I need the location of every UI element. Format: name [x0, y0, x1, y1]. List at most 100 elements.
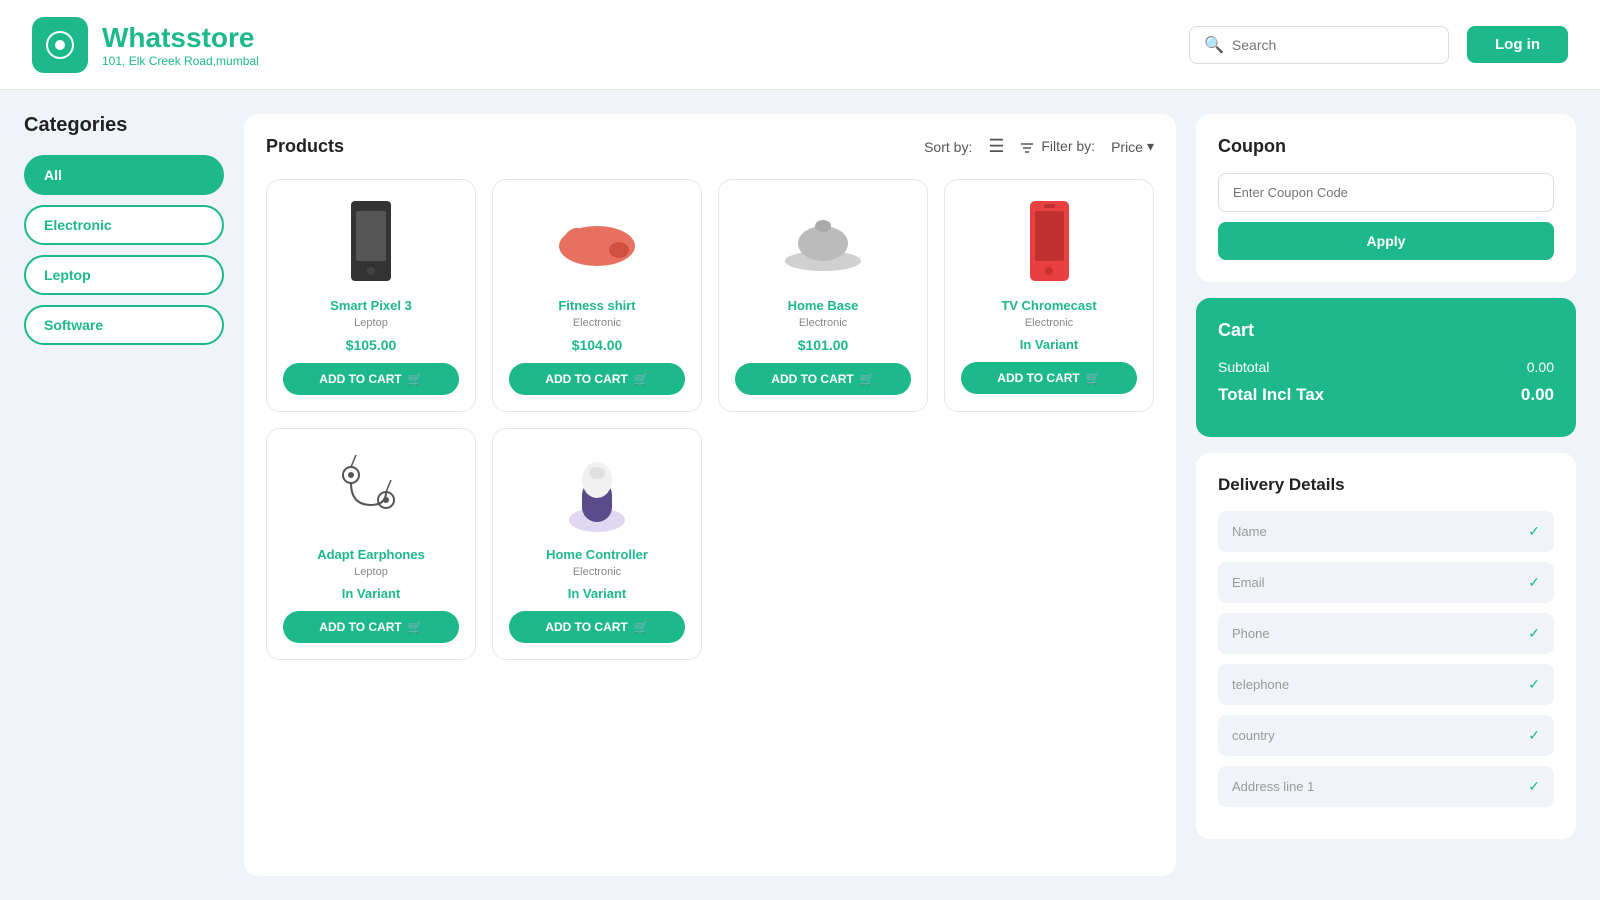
cart-icon-p6: 🛒	[634, 620, 649, 634]
brand-name: Whatsstore	[102, 22, 259, 54]
product-category-p5: Leptop	[354, 566, 388, 578]
header-actions: Sort by: ☰ Filter by: Price ▾	[924, 136, 1154, 157]
product-price-p1: $105.00	[346, 337, 397, 353]
coupon-title: Coupon	[1218, 136, 1554, 157]
delivery-telephone-check: ✓	[1528, 676, 1540, 693]
delivery-email-label: Email	[1232, 575, 1265, 590]
product-card-p6: Home Controller Electronic In Variant AD…	[492, 428, 702, 660]
filter-label: Filter by:	[1020, 138, 1095, 154]
sidebar-item-leptop[interactable]: Leptop	[24, 255, 224, 295]
cart-icon-p3: 🛒	[860, 372, 875, 386]
product-name-p5: Adapt Earphones	[317, 547, 425, 562]
product-card-p5: Adapt Earphones Leptop In Variant ADD TO…	[266, 428, 476, 660]
product-image-p2	[552, 196, 642, 286]
search-input[interactable]	[1232, 37, 1434, 53]
product-grid: Smart Pixel 3 Leptop $105.00 ADD TO CART…	[266, 179, 1154, 660]
product-category-p1: Leptop	[354, 317, 388, 329]
brand-address: 101, Elk Creek Road,mumbal	[102, 54, 259, 68]
product-card-p2: Fitness shirt Electronic $104.00 ADD TO …	[492, 179, 702, 412]
product-category-p6: Electronic	[573, 566, 621, 578]
product-category-p4: Electronic	[1025, 317, 1073, 329]
main-layout: Categories All Electronic Leptop Softwar…	[0, 90, 1600, 900]
header: Whatsstore 101, Elk Creek Road,mumbal 🔍 …	[0, 0, 1600, 90]
product-name-p6: Home Controller	[546, 547, 648, 562]
product-name-p1: Smart Pixel 3	[330, 298, 412, 313]
product-card-p4: TV Chromecast Electronic In Variant ADD …	[944, 179, 1154, 412]
delivery-field-email[interactable]: Email ✓	[1218, 562, 1554, 603]
product-image-p1	[341, 196, 401, 286]
add-to-cart-p6[interactable]: ADD TO CART 🛒	[509, 611, 685, 643]
delivery-country-check: ✓	[1528, 727, 1540, 744]
coupon-card: Coupon Apply	[1196, 114, 1576, 282]
delivery-card: Delivery Details Name ✓ Email ✓ Phone ✓ …	[1196, 453, 1576, 839]
chevron-down-icon: ▾	[1147, 138, 1154, 155]
add-to-cart-p5[interactable]: ADD TO CART 🛒	[283, 611, 459, 643]
cart-icon-p2: 🛒	[634, 372, 649, 386]
product-name-p3: Home Base	[788, 298, 859, 313]
search-bar[interactable]: 🔍	[1189, 26, 1449, 64]
header-right: 🔍 Log in	[1189, 26, 1568, 64]
delivery-field-name[interactable]: Name ✓	[1218, 511, 1554, 552]
sidebar-item-all[interactable]: All	[24, 155, 224, 195]
product-price-p2: $104.00	[572, 337, 623, 353]
brand-info: Whatsstore 101, Elk Creek Road,mumbal	[102, 22, 259, 68]
coupon-input[interactable]	[1218, 173, 1554, 212]
delivery-address-label: Address line 1	[1232, 779, 1314, 794]
add-to-cart-p4[interactable]: ADD TO CART 🛒	[961, 362, 1137, 394]
cart-total-value: 0.00	[1521, 385, 1554, 405]
delivery-field-telephone[interactable]: telephone ✓	[1218, 664, 1554, 705]
filter-value[interactable]: Price ▾	[1111, 138, 1154, 155]
products-section: Products Sort by: ☰ Filter by: Price ▾	[244, 114, 1176, 876]
cart-icon-p4: 🛒	[1086, 371, 1101, 385]
product-variant-p4: In Variant	[1020, 337, 1079, 352]
product-image-p4	[1022, 196, 1077, 286]
delivery-address-check: ✓	[1528, 778, 1540, 795]
delivery-country-label: country	[1232, 728, 1275, 743]
delivery-name-check: ✓	[1528, 523, 1540, 540]
products-title: Products	[266, 136, 344, 157]
product-image-p5	[331, 445, 411, 535]
delivery-telephone-label: telephone	[1232, 677, 1289, 692]
sidebar: Categories All Electronic Leptop Softwar…	[24, 114, 224, 876]
cart-title: Cart	[1218, 320, 1554, 341]
product-name-p4: TV Chromecast	[1001, 298, 1096, 313]
cart-subtotal-row: Subtotal 0.00	[1218, 359, 1554, 375]
delivery-title: Delivery Details	[1218, 475, 1554, 495]
search-icon: 🔍	[1204, 35, 1224, 55]
cart-icon-p1: 🛒	[408, 372, 423, 386]
cart-subtotal-value: 0.00	[1527, 359, 1554, 375]
sort-by-label: Sort by:	[924, 139, 972, 155]
logo-box	[32, 17, 88, 73]
sidebar-item-software[interactable]: Software	[24, 305, 224, 345]
sort-icon[interactable]: ☰	[988, 136, 1004, 157]
product-card-p3: Home Base Electronic $101.00 ADD TO CART…	[718, 179, 928, 412]
sidebar-title: Categories	[24, 114, 224, 137]
cart-subtotal-label: Subtotal	[1218, 359, 1269, 375]
apply-button[interactable]: Apply	[1218, 222, 1554, 260]
product-category-p3: Electronic	[799, 317, 847, 329]
right-panel: Coupon Apply Cart Subtotal 0.00 Total In…	[1196, 114, 1576, 876]
delivery-phone-label: Phone	[1232, 626, 1270, 641]
product-image-p6	[562, 445, 632, 535]
product-price-p3: $101.00	[798, 337, 849, 353]
delivery-email-check: ✓	[1528, 574, 1540, 591]
product-variant-p6: In Variant	[568, 586, 627, 601]
add-to-cart-p1[interactable]: ADD TO CART 🛒	[283, 363, 459, 395]
product-category-p2: Electronic	[573, 317, 621, 329]
add-to-cart-p2[interactable]: ADD TO CART 🛒	[509, 363, 685, 395]
add-to-cart-p3[interactable]: ADD TO CART 🛒	[735, 363, 911, 395]
cart-card: Cart Subtotal 0.00 Total Incl Tax 0.00	[1196, 298, 1576, 437]
product-name-p2: Fitness shirt	[558, 298, 635, 313]
login-button[interactable]: Log in	[1467, 26, 1568, 63]
delivery-name-label: Name	[1232, 524, 1267, 539]
delivery-field-address[interactable]: Address line 1 ✓	[1218, 766, 1554, 807]
delivery-field-phone[interactable]: Phone ✓	[1218, 613, 1554, 654]
cart-total-row: Total Incl Tax 0.00	[1218, 385, 1554, 405]
product-card-p1: Smart Pixel 3 Leptop $105.00 ADD TO CART…	[266, 179, 476, 412]
delivery-phone-check: ✓	[1528, 625, 1540, 642]
sidebar-item-electronic[interactable]: Electronic	[24, 205, 224, 245]
products-header: Products Sort by: ☰ Filter by: Price ▾	[266, 136, 1154, 157]
product-variant-p5: In Variant	[342, 586, 401, 601]
product-image-p3	[778, 196, 868, 286]
delivery-field-country[interactable]: country ✓	[1218, 715, 1554, 756]
